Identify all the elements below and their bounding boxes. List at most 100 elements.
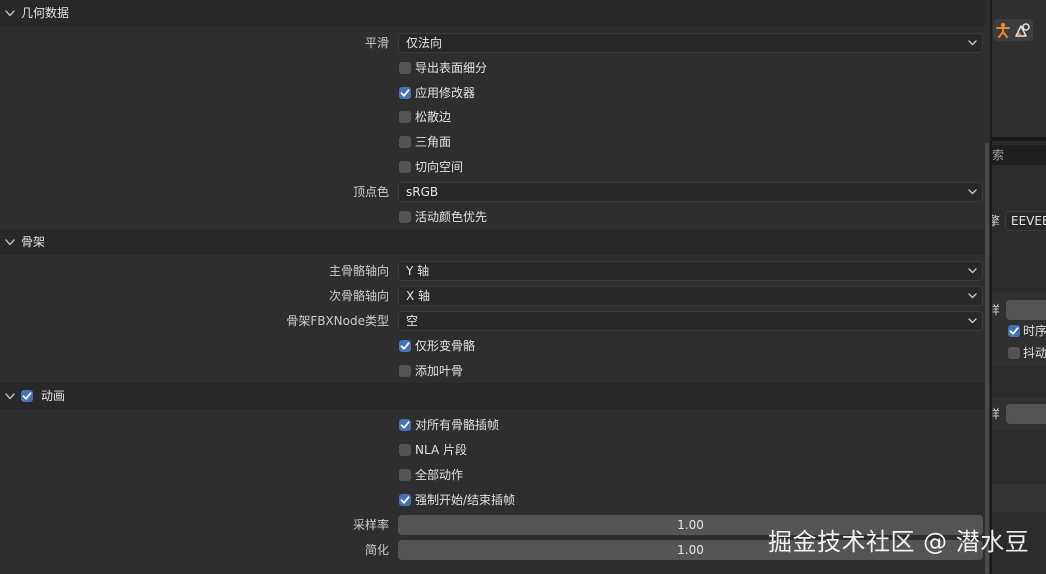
viewport-samples-field[interactable] (1006, 300, 1046, 320)
chevron-down-icon (968, 293, 977, 299)
panel-header-animation[interactable]: 动画 (0, 383, 985, 409)
triangulate-faces-label[interactable]: 三角面 (415, 130, 451, 154)
smooth-value: 仅法向 (406, 36, 443, 50)
chevron-down-icon (968, 189, 977, 195)
nla-strips-label[interactable]: NLA 片段 (415, 438, 467, 462)
prioritize-active-color-label[interactable]: 活动颜色优先 (415, 205, 487, 229)
all-actions-label[interactable]: 全部动作 (415, 463, 463, 487)
triangulate-faces-checkbox[interactable] (399, 136, 411, 148)
all-actions-checkbox[interactable] (399, 469, 411, 481)
secondary-bone-axis-label: 次骨骼轴向 (328, 289, 389, 303)
vertex-colors-value: sRGB (406, 185, 439, 199)
scene-icon[interactable] (1014, 22, 1030, 38)
temporal-label[interactable]: 时序 (1023, 321, 1046, 341)
search-placeholder-fragment: 索 (992, 148, 1005, 162)
animation-enable-checkbox[interactable] (21, 390, 33, 402)
chevron-down-icon (5, 10, 15, 17)
key-all-bones-checkbox[interactable] (399, 419, 411, 431)
force-start-end-keying-checkbox[interactable] (399, 494, 411, 506)
panel-title-geometry: 几何数据 (21, 6, 70, 20)
render-engine-dropdown[interactable]: EEVEE (1005, 211, 1046, 231)
key-all-bones-row: 对所有骨骼插帧 (0, 413, 985, 437)
armature-fbxnode-type-label: 骨架FBXNode类型 (286, 314, 389, 328)
simplify-label: 简化 (364, 543, 389, 557)
panel-title-armature: 骨架 (21, 235, 46, 249)
background-blender-window: 索 擎 EEVEE 样 时序 抖动 样 (990, 0, 1046, 574)
checkmark-icon (400, 421, 410, 429)
armature-fbxnode-type-row: 骨架FBXNode类型 空 (0, 309, 985, 333)
render-engine-value: EEVEE (1011, 214, 1046, 228)
armature-fbxnode-type-value: 空 (406, 314, 419, 328)
export-subdivision-checkbox[interactable] (399, 62, 411, 74)
primary-bone-axis-value: Y 轴 (406, 264, 430, 278)
render-engine-label-fragment: 擎 (992, 211, 1000, 231)
nla-strips-checkbox[interactable] (399, 444, 411, 456)
checkmark-icon (22, 392, 32, 400)
prioritize-active-color-row: 活动颜色优先 (0, 205, 985, 229)
subpanel-header-band (992, 484, 1046, 512)
vertex-colors-row: 顶点色 sRGB (0, 180, 985, 204)
checkmark-icon (400, 496, 410, 504)
secondary-bone-axis-dropdown[interactable]: X 轴 (398, 286, 983, 306)
force-start-end-keying-label[interactable]: 强制开始/结束插帧 (415, 488, 515, 512)
only-deform-bones-checkbox[interactable] (399, 340, 411, 352)
tangent-space-row: 切向空间 (0, 155, 985, 179)
panel-scrollbar[interactable] (985, 143, 989, 574)
loose-edges-label[interactable]: 松散边 (415, 105, 451, 129)
sampling-rate-label: 采样率 (352, 518, 389, 532)
nla-strips-row: NLA 片段 (0, 438, 985, 462)
armature-fbxnode-type-dropdown[interactable]: 空 (398, 311, 983, 331)
samples-label-fragment-2: 样 (992, 404, 1000, 424)
render-samples-field[interactable] (1006, 404, 1046, 424)
key-all-bones-label[interactable]: 对所有骨骼插帧 (415, 413, 499, 437)
smooth-label: 平滑 (364, 36, 389, 50)
smooth-dropdown[interactable]: 仅法向 (398, 33, 983, 53)
loose-edges-checkbox[interactable] (399, 111, 411, 123)
checkmark-icon (400, 342, 410, 350)
panel-header-geometry[interactable]: 几何数据 (0, 0, 985, 26)
force-start-end-keying-row: 强制开始/结束插帧 (0, 488, 985, 512)
checkmark-icon (1009, 327, 1019, 335)
apply-modifiers-checkbox[interactable] (399, 87, 411, 99)
viewport-header-region (992, 0, 1046, 137)
add-leaf-bones-row: 添加叶骨 (0, 359, 985, 383)
primary-bone-axis-row: 主骨骼轴向 Y 轴 (0, 259, 985, 283)
temporal-checkbox[interactable] (1008, 325, 1020, 337)
apply-modifiers-label[interactable]: 应用修改器 (415, 81, 475, 105)
only-deform-bones-row: 仅形变骨骼 (0, 334, 985, 358)
only-deform-bones-label[interactable]: 仅形变骨骼 (415, 334, 475, 358)
add-leaf-bones-checkbox[interactable] (399, 365, 411, 377)
header-tool-buttons[interactable] (993, 19, 1033, 41)
export-subdivision-label[interactable]: 导出表面细分 (415, 56, 487, 80)
primary-bone-axis-dropdown[interactable]: Y 轴 (398, 261, 983, 281)
editor-divider (992, 137, 1046, 141)
vertex-colors-dropdown[interactable]: sRGB (398, 182, 983, 202)
samples-label-fragment: 样 (992, 300, 1000, 320)
jitter-label[interactable]: 抖动 (1023, 343, 1046, 363)
properties-search-field[interactable]: 索 (992, 145, 1046, 165)
jitter-checkbox[interactable] (1008, 347, 1020, 359)
triangulate-faces-row: 三角面 (0, 130, 985, 154)
chevron-down-icon (968, 40, 977, 46)
checkmark-icon (400, 89, 410, 97)
tangent-space-label[interactable]: 切向空间 (415, 155, 463, 179)
primary-bone-axis-label: 主骨骼轴向 (328, 264, 389, 278)
panel-header-armature[interactable]: 骨架 (0, 229, 985, 255)
add-leaf-bones-label[interactable]: 添加叶骨 (415, 359, 463, 383)
loose-edges-row: 松散边 (0, 105, 985, 129)
armature-icon[interactable] (995, 22, 1011, 38)
tangent-space-checkbox[interactable] (399, 161, 411, 173)
chevron-down-icon (968, 268, 977, 274)
fbx-export-settings-panel: 几何数据 平滑 仅法向 导出表面细分 应用修改器 松散边 三角面 切向空间 顶点… (0, 0, 990, 574)
chevron-down-icon (968, 318, 977, 324)
prioritize-active-color-checkbox[interactable] (399, 211, 411, 223)
watermark-text: 掘金技术社区 @ 潜水豆 (768, 528, 1030, 556)
secondary-bone-axis-row: 次骨骼轴向 X 轴 (0, 284, 985, 308)
chevron-down-icon (5, 393, 15, 400)
secondary-bone-axis-value: X 轴 (406, 289, 431, 303)
chevron-down-icon (5, 239, 15, 246)
apply-modifiers-row: 应用修改器 (0, 81, 985, 105)
panel-title-animation: 动画 (41, 389, 66, 403)
smooth-row: 平滑 仅法向 (0, 31, 985, 55)
vertex-colors-label: 顶点色 (352, 185, 389, 199)
